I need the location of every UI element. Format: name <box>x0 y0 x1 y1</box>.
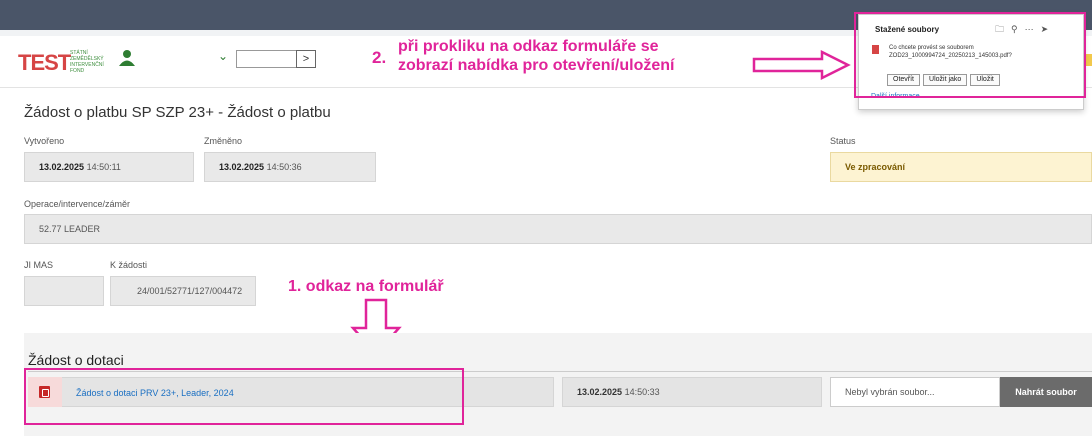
upload-button[interactable]: Nahrát soubor <box>1000 377 1092 407</box>
created-date: 13.02.2025 <box>39 162 85 172</box>
form-time: 14:50:33 <box>624 387 660 397</box>
form-date: 13.02.2025 <box>577 387 623 397</box>
section-title: Žádost o dotaci <box>28 352 124 368</box>
chevron-down-icon[interactable]: ⌄ <box>218 49 228 63</box>
operation-value: 52.77 LEADER <box>39 224 101 234</box>
created-label: Vytvořeno <box>24 136 65 146</box>
created-field: 13.02.2025 14:50:11 <box>24 152 194 182</box>
logo-subtitle: STÁTNÍ ZEMĚDĚLSKÝ INTERVENČNÍ FOND <box>70 50 104 74</box>
annotation-arrow-right-icon <box>752 50 851 80</box>
status-label: Status <box>830 136 856 146</box>
annotation-2-number: 2. <box>372 48 387 67</box>
annotation-1: 1. odkaz na formulář <box>288 278 444 295</box>
changed-label: Změněno <box>204 136 243 146</box>
operation-field: 52.77 LEADER <box>24 214 1092 244</box>
page-title: Žádost o platbu SP SZP 23+ - Žádost o pl… <box>24 104 331 121</box>
status-value: Ve zpracování <box>845 162 906 172</box>
changed-date: 13.02.2025 <box>219 162 265 172</box>
created-time: 14:50:11 <box>86 162 121 172</box>
file-input[interactable]: Nebyl vybrán soubor... <box>830 377 1000 407</box>
annotation-form-frame <box>24 368 464 425</box>
jimas-field <box>24 276 104 306</box>
goto-input[interactable] <box>236 50 296 68</box>
form-date-field: 13.02.2025 14:50:33 <box>562 377 822 407</box>
operation-label: Operace/intervence/záměr <box>24 199 131 209</box>
annotation-2-line1: při prokliku na odkaz formuláře se <box>398 38 659 55</box>
request-value: 24/001/52771/127/004472 <box>137 286 243 296</box>
goto-button[interactable]: > <box>296 50 316 68</box>
user-icon[interactable] <box>118 49 136 67</box>
jimas-label: JI MAS <box>24 260 54 270</box>
changed-field: 13.02.2025 14:50:36 <box>204 152 376 182</box>
request-label: K žádosti <box>110 260 148 270</box>
annotation-2-line2: zobrazí nabídka pro otevření/uložení <box>398 57 675 74</box>
changed-time: 14:50:36 <box>266 162 302 172</box>
annotation-popup-frame <box>854 12 1086 98</box>
request-field: 24/001/52771/127/004472 <box>110 276 256 306</box>
status-field: Ve zpracování <box>830 152 1092 182</box>
logo[interactable]: TEST <box>18 50 71 76</box>
